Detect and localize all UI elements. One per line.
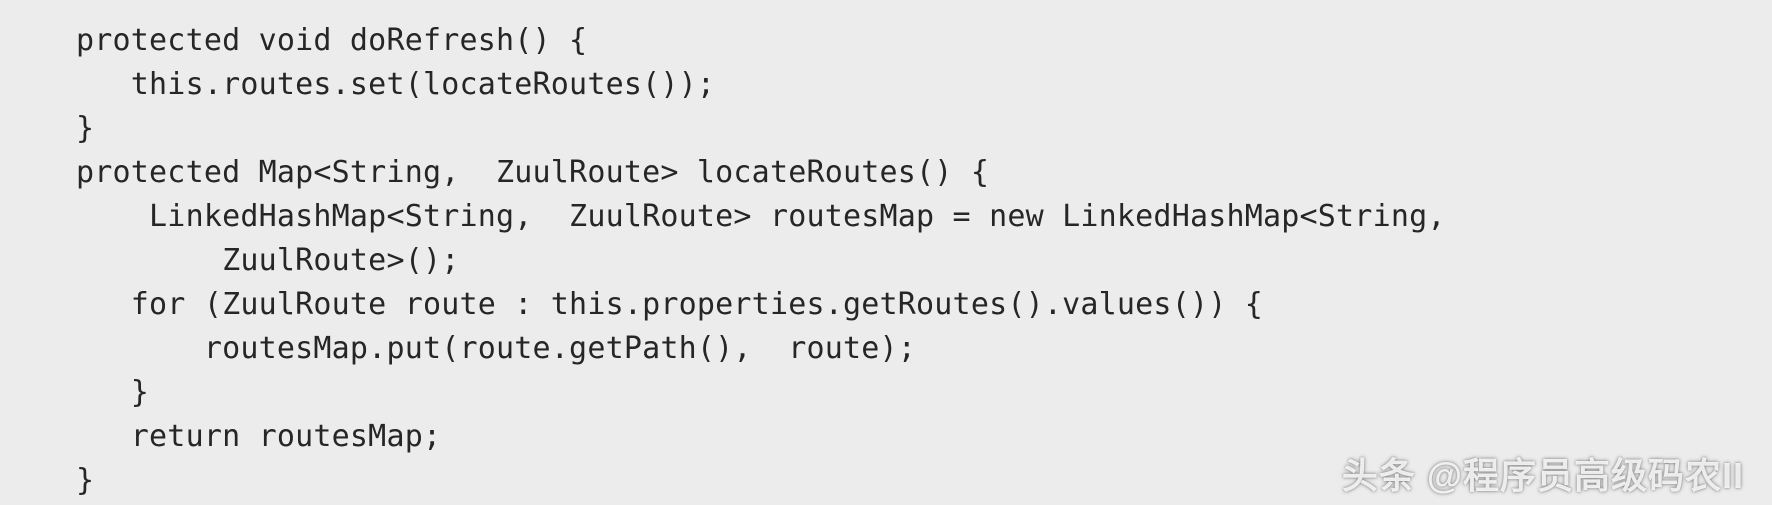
code-block: protected void doRefresh() { this.routes… <box>0 0 1772 504</box>
code-content: protected void doRefresh() { this.routes… <box>76 23 1446 498</box>
